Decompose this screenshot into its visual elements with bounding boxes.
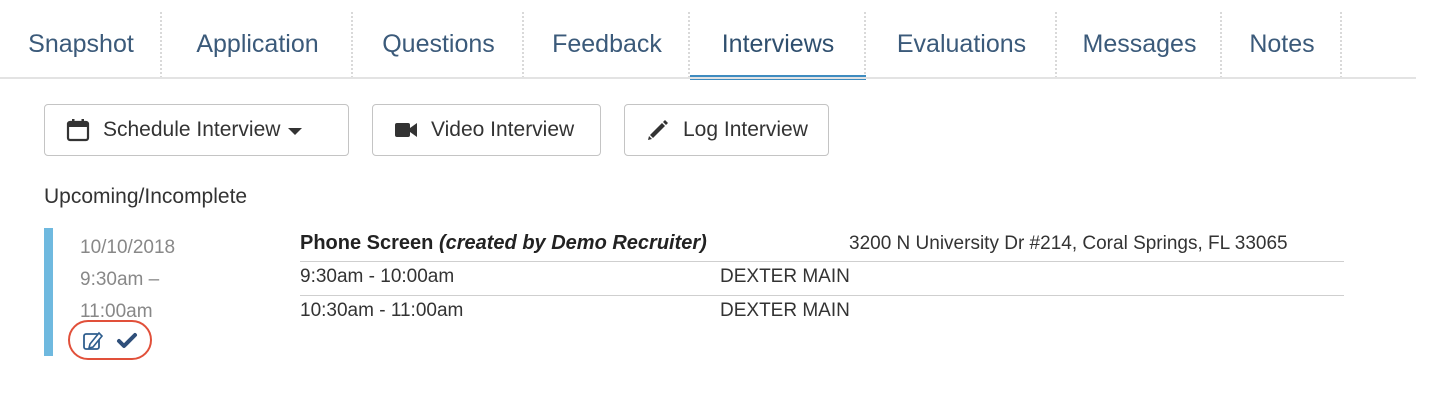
interview-address: 3200 N University Dr #214, Coral Springs…: [849, 233, 1288, 254]
slot-interviewer: DEXTER MAIN: [720, 266, 850, 287]
slot-time: 9:30am - 10:00am: [300, 266, 455, 287]
interview-actions-highlight: [68, 320, 152, 360]
section-title: Upcoming/Incomplete: [44, 185, 248, 208]
log-interview-button[interactable]: Log Interview: [624, 104, 829, 156]
slot-interviewer: DEXTER MAIN: [720, 300, 850, 321]
interview-time-start: 9:30am –: [80, 269, 160, 290]
video-interview-label: Video Interview: [431, 118, 575, 141]
tab-label: Questions: [382, 30, 495, 58]
tab-label: Interviews: [721, 30, 835, 58]
tab-label: Feedback: [552, 30, 662, 58]
edit-icon[interactable]: [82, 330, 104, 352]
tab-label: Snapshot: [28, 30, 134, 58]
check-icon[interactable]: [116, 330, 138, 352]
tab-snapshot[interactable]: Snapshot: [0, 12, 162, 78]
divider: [300, 295, 1344, 296]
divider: [300, 261, 1344, 262]
tab-label: Messages: [1082, 30, 1197, 58]
tab-questions[interactable]: Questions: [353, 12, 524, 78]
tab-label: Notes: [1249, 30, 1315, 58]
slot-time: 10:30am - 11:00am: [300, 300, 464, 321]
interview-creator: (created by Demo Recruiter): [438, 232, 707, 254]
tab-separator: [1340, 12, 1342, 78]
schedule-interview-button[interactable]: Schedule Interview: [44, 104, 349, 156]
pencil-icon: [648, 120, 668, 140]
tab-interviews[interactable]: Interviews: [690, 12, 866, 80]
interview-datetime: 10/10/2018 9:30am – 11:00am: [80, 232, 210, 328]
tab-feedback[interactable]: Feedback: [524, 12, 690, 78]
interview-accent-bar: [44, 228, 53, 356]
tab-evaluations[interactable]: Evaluations: [866, 12, 1057, 78]
interview-date: 10/10/2018: [80, 237, 176, 258]
tab-messages[interactable]: Messages: [1057, 12, 1222, 78]
schedule-interview-label: Schedule Interview: [103, 118, 281, 141]
interview-title: Phone Screen (created by Demo Recruiter): [300, 232, 707, 255]
tab-application[interactable]: Application: [162, 12, 353, 78]
calendar-icon: [66, 119, 90, 142]
interview-type: Phone Screen: [300, 232, 434, 254]
tab-label: Evaluations: [896, 30, 1027, 58]
video-interview-button[interactable]: Video Interview: [372, 104, 601, 156]
tab-baseline: [0, 77, 1416, 79]
caret-down-icon: [288, 128, 303, 135]
tab-notes[interactable]: Notes: [1222, 12, 1342, 78]
tab-bar: Snapshot Application Questions Feedback …: [0, 0, 1416, 80]
tab-label: Application: [196, 30, 319, 58]
log-interview-label: Log Interview: [683, 118, 808, 141]
video-camera-icon: [395, 123, 417, 137]
